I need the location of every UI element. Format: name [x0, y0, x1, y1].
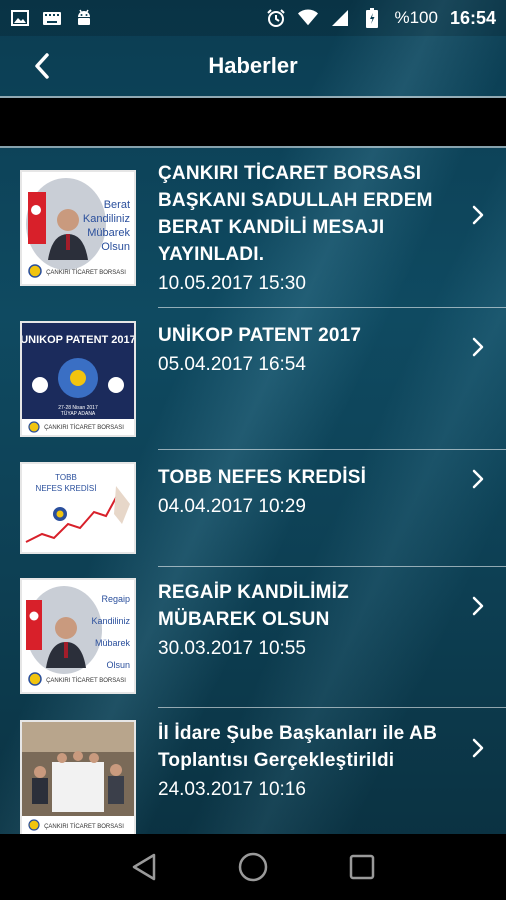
alarm-icon: [266, 8, 286, 28]
thumb-caption-1: Regaip: [101, 594, 130, 604]
news-text: REGAİP KANDİLİMİZ MÜBAREK OLSUN 30.03.20…: [158, 579, 448, 663]
thumb-footer: ÇANKIRI TİCARET BORSASI: [46, 677, 126, 684]
app-bar: Haberler: [0, 36, 506, 96]
news-item[interactable]: ÇANKIRI TİCARET BORSASI İl İdare Şube Ba…: [0, 708, 506, 834]
thumb-caption-4: Olsun: [101, 241, 130, 253]
keyboard-icon: [42, 8, 62, 28]
news-text: İl İdare Şube Başkanları ile AB Toplantı…: [158, 720, 448, 804]
news-date: 05.04.2017 16:54: [158, 354, 306, 375]
news-list[interactable]: Berat Kandiliniz Mübarek Olsun ÇANKIRI T…: [0, 148, 506, 834]
android-icon: [74, 8, 94, 28]
news-date: 30.03.2017 10:55: [158, 638, 306, 659]
news-text: TOBB NEFES KREDİSİ 04.04.2017 10:29: [158, 464, 448, 521]
back-triangle-icon: [133, 853, 156, 881]
news-thumbnail: TOBB NEFES KREDİSİ: [20, 462, 136, 554]
thumb-footer: ÇANKIRI TİCARET BORSASI: [44, 424, 124, 431]
chevron-right-icon: [472, 469, 484, 489]
back-button[interactable]: [26, 50, 58, 82]
status-time: 16:54: [449, 7, 496, 28]
image-icon: [10, 8, 30, 28]
black-banner: [0, 98, 506, 146]
news-date: 04.04.2017 10:29: [158, 496, 306, 517]
thumb-subtext-2: TÜYAP ADANA: [61, 410, 96, 417]
nav-home-button[interactable]: [236, 850, 270, 884]
news-text: UNİKOP PATENT 2017 05.04.2017 16:54: [158, 322, 448, 379]
home-circle-icon: [238, 852, 268, 882]
nav-back-button[interactable]: [127, 850, 161, 884]
status-left: [10, 8, 94, 28]
news-title: REGAİP KANDİLİMİZ MÜBAREK OLSUN: [158, 582, 349, 630]
status-bar: %100 16:54: [0, 0, 506, 36]
recents-square-icon: [349, 854, 374, 880]
chevron-right-icon: [472, 337, 484, 357]
news-item[interactable]: UNIKOP PATENT 2017 27-28 Nisan 2017 TÜYA…: [0, 308, 506, 450]
thumb-caption-4: Olsun: [106, 660, 130, 670]
thumb-caption-3: Mübarek: [95, 638, 131, 648]
news-title: UNİKOP PATENT 2017: [158, 325, 362, 346]
navigation-bar: [0, 834, 506, 900]
news-date: 24.03.2017 10:16: [158, 779, 306, 800]
thumb-caption-1: Berat: [104, 199, 130, 211]
news-text: ÇANKIRI TİCARET BORSASI BAŞKANI SADULLAH…: [158, 160, 448, 298]
news-item[interactable]: Berat Kandiliniz Mübarek Olsun ÇANKIRI T…: [0, 148, 506, 308]
status-right: %100 16:54: [266, 8, 496, 29]
news-title: TOBB NEFES KREDİSİ: [158, 467, 367, 488]
thumb-caption-2: Kandiliniz: [83, 213, 130, 225]
news-item[interactable]: Regaip Kandiliniz Mübarek Olsun ÇANKIRI …: [0, 566, 506, 708]
battery-icon: [362, 8, 382, 28]
thumb-subheading: NEFES KREDİSİ: [36, 484, 97, 493]
chevron-right-icon: [472, 205, 484, 225]
news-title: ÇANKIRI TİCARET BORSASI BAŞKANI SADULLAH…: [158, 163, 433, 265]
thumb-footer: ÇANKIRI TİCARET BORSASI: [44, 823, 124, 830]
news-thumbnail: Regaip Kandiliniz Mübarek Olsun ÇANKIRI …: [20, 578, 136, 694]
chevron-right-icon: [472, 596, 484, 616]
news-thumbnail: UNIKOP PATENT 2017 27-28 Nisan 2017 TÜYA…: [20, 321, 136, 437]
news-title: İl İdare Şube Başkanları ile AB Toplantı…: [158, 723, 437, 771]
signal-icon: [330, 8, 350, 28]
thumb-caption-2: Kandiliniz: [91, 616, 130, 626]
chevron-left-icon: [35, 53, 49, 79]
thumb-heading: TOBB: [55, 473, 77, 482]
news-date: 10.05.2017 15:30: [158, 273, 306, 294]
news-thumbnail: ÇANKIRI TİCARET BORSASI: [20, 720, 136, 834]
wifi-icon: [298, 8, 319, 28]
news-item[interactable]: TOBB NEFES KREDİSİ TOBB NEFES KREDİSİ 04…: [0, 450, 506, 567]
news-thumbnail: Berat Kandiliniz Mübarek Olsun ÇANKIRI T…: [20, 170, 136, 286]
thumb-footer: ÇANKIRI TİCARET BORSASI: [46, 269, 126, 276]
nav-recents-button[interactable]: [345, 850, 379, 884]
chevron-right-icon: [472, 738, 484, 758]
battery-percent: %100: [394, 8, 438, 27]
thumb-caption-3: Mübarek: [87, 227, 130, 239]
thumb-heading: UNIKOP PATENT 2017: [22, 334, 134, 346]
page-title: Haberler: [208, 53, 298, 78]
